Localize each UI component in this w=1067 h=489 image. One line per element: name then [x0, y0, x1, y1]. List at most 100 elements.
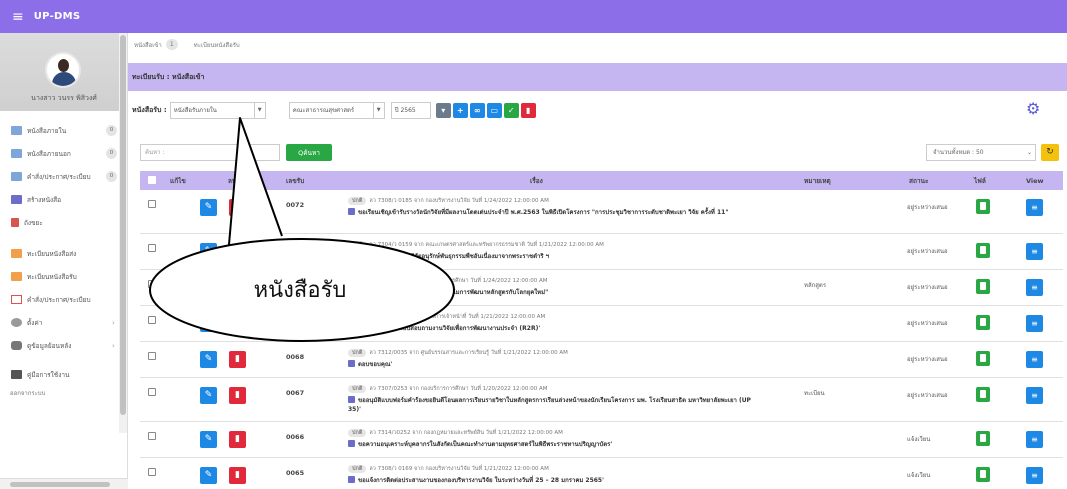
subject-title[interactable]: ขอเชิญร่วมตอบแบบสอบถามงานวิจัยเพื่อการพั… — [348, 324, 758, 333]
doc-number: 0072 — [286, 201, 305, 209]
mail-icon — [11, 126, 22, 135]
file-button[interactable] — [976, 467, 990, 482]
view-button[interactable]: ≡ — [1026, 467, 1043, 484]
edit-button[interactable]: ✎ — [200, 315, 217, 332]
table-row: ✎ ▮ 0068 ปกติ ลว 7312/0035 จาก ศูนย์บรรณสารแ… — [140, 342, 1063, 378]
row-checkbox[interactable] — [148, 244, 156, 252]
subject-title[interactable]: ขอเรียนเชิญเข้ารับรางวัลนักวิจัยที่มีผลง… — [348, 208, 758, 217]
row-checkbox[interactable] — [148, 468, 156, 476]
view-button[interactable]: ≡ — [1026, 243, 1043, 260]
year-select[interactable]: ปี 2565 — [390, 101, 431, 119]
document-icon — [11, 195, 22, 204]
file-icon — [976, 243, 990, 258]
sidebar-item-orders[interactable]: คำสั่ง/ประกาศ/ระเบียบ 0 — [0, 165, 127, 188]
file-icon — [976, 431, 990, 446]
delete-button[interactable]: ▮ — [229, 467, 246, 484]
sidebar-h-scrollbar[interactable] — [0, 478, 128, 489]
breadcrumb: หนังสือเข้า 1 ทะเบียนหนังสือรับ — [134, 39, 240, 50]
sidebar-item-settings[interactable]: ตั้งค่า › — [0, 311, 127, 334]
page-size-value: จำนวนทั้งหมด : 50 — [933, 149, 984, 156]
gear-icon[interactable]: ⚙ — [1026, 99, 1040, 118]
subject-title[interactable]: ขอเชิญร่วมการสัมมนาหัวข้อ "แนวโน้มการพัฒ… — [348, 288, 758, 297]
manual-icon — [11, 370, 22, 379]
status-cell: อยู่ระหว่างเสนอ — [907, 248, 948, 255]
print-icon[interactable]: ▭ — [486, 102, 502, 118]
select-all-checkbox[interactable] — [148, 176, 156, 184]
subject-cell: ปกติ ลว 7312/0035 จาก ศูนย์บรรณสารและการเ… — [348, 349, 758, 369]
delete-button[interactable]: ▮ — [229, 199, 246, 216]
delete-button[interactable]: ▮ — [229, 431, 246, 448]
add-icon[interactable]: + — [452, 102, 468, 118]
view-button[interactable]: ≡ — [1026, 387, 1043, 404]
sidebar-item-internal[interactable]: หนังสือภายใน 0 — [0, 119, 127, 142]
file-button[interactable] — [976, 387, 990, 402]
file-button[interactable] — [976, 351, 990, 366]
delete-button[interactable]: ▮ — [229, 243, 246, 260]
breadcrumb-item[interactable]: ทะเบียนหนังสือรับ — [194, 40, 240, 50]
file-button[interactable] — [976, 199, 990, 214]
file-button[interactable] — [976, 279, 990, 294]
sidebar-item-external[interactable]: หนังสือภายนอก 0 — [0, 142, 127, 165]
sidebar-item-create[interactable]: สร้างหนังสือ — [0, 188, 127, 211]
sidebar-item-manual[interactable]: คู่มือการใช้งาน — [0, 363, 127, 386]
file-button[interactable] — [976, 243, 990, 258]
subject-meta: ปกติ ลว 7307/0253 จาก กองบริการการศึกษา ว… — [348, 385, 758, 393]
type-select[interactable]: หนังสือรับภายใน ▼ — [169, 101, 266, 119]
subject-title[interactable]: ขอแจ้งการติดต่อประสานงานของกองบริหารงานว… — [348, 476, 758, 485]
excel-icon[interactable]: ✓ — [503, 102, 519, 118]
breadcrumb-item[interactable]: หนังสือเข้า — [134, 40, 162, 50]
row-checkbox[interactable] — [148, 352, 156, 360]
row-checkbox[interactable] — [148, 388, 156, 396]
subject-title[interactable]: ขอความอนุเคราะห์บุคลากรในสังกัดเป็นคณะทำ… — [348, 440, 758, 449]
logout-link[interactable]: ออกจากระบบ — [0, 386, 127, 402]
subject-title[interactable]: ขอเชิญร่วมโครงการวิจัยอนุรักษ์พันธุกรรมพ… — [348, 252, 758, 261]
status-cell: แจ้งเวียน — [907, 436, 931, 443]
sidebar-item-orders-register[interactable]: คำสั่ง/ประกาศ/ระเบียบ — [0, 288, 127, 311]
edit-button[interactable]: ✎ — [200, 387, 217, 404]
sidebar-item-incoming-register[interactable]: ทะเบียนหนังสือรับ — [0, 265, 127, 288]
status-cell: แจ้งเวียน — [907, 472, 931, 479]
refresh-icon[interactable]: ↻ — [1041, 144, 1059, 161]
row-checkbox[interactable] — [148, 280, 156, 288]
avatar[interactable] — [45, 52, 81, 88]
subject-title[interactable]: ขออนุมัติแบบฟอร์มคำร้องขอยินดีโอนผลการเร… — [348, 396, 758, 414]
sidebar-item-outgoing-register[interactable]: ทะเบียนหนังสือส่ง — [0, 242, 127, 265]
row-checkbox[interactable] — [148, 432, 156, 440]
edit-button[interactable]: ✎ — [200, 199, 217, 216]
file-button[interactable] — [976, 315, 990, 330]
search-button[interactable]: Qค้นหา — [286, 144, 332, 161]
view-button[interactable]: ≡ — [1026, 199, 1043, 216]
view-button[interactable]: ≡ — [1026, 351, 1043, 368]
row-checkbox[interactable] — [148, 200, 156, 208]
view-button[interactable]: ≡ — [1026, 315, 1043, 332]
dropdown-button[interactable]: ▾ — [435, 102, 451, 118]
department-select[interactable]: คณะสาธารณสุขศาสตร์ ▼ — [288, 101, 385, 119]
sidebar-item-label: คำสั่ง/ประกาศ/ระเบียบ — [27, 172, 91, 181]
edit-button[interactable]: ✎ — [200, 243, 217, 260]
delete-icon[interactable]: ▮ — [520, 102, 536, 118]
edit-button[interactable]: ✎ — [200, 431, 217, 448]
row-checkbox[interactable] — [148, 316, 156, 324]
sidebar-item-trash[interactable]: ถังขยะ — [0, 211, 127, 234]
page-size-select[interactable]: จำนวนทั้งหมด : 50 ⌄ — [926, 144, 1036, 161]
doc-number: 0068 — [286, 353, 305, 361]
pencil-icon: ✎ — [200, 199, 217, 216]
hamburger-menu-icon[interactable]: ≡ — [12, 9, 24, 25]
delete-button[interactable]: ▮ — [229, 387, 246, 404]
edit-button[interactable]: ✎ — [200, 351, 217, 368]
file-button[interactable] — [976, 431, 990, 446]
delete-button[interactable]: ▮ — [229, 315, 246, 332]
sidebar-scrollbar[interactable] — [119, 33, 127, 433]
view-button[interactable]: ≡ — [1026, 279, 1043, 296]
list-icon: ≡ — [1026, 243, 1043, 260]
col-header-view: View — [1026, 176, 1044, 185]
link-icon[interactable]: ∞ — [469, 102, 485, 118]
sidebar-item-history[interactable]: ดูข้อมูลย้อนหลัง › — [0, 334, 127, 357]
mail-icon — [11, 149, 22, 158]
subject-text: ขออนุมัติแบบฟอร์มคำร้องขอยินดีโอนผลการเร… — [348, 397, 751, 413]
edit-button[interactable]: ✎ — [200, 467, 217, 484]
subject-title[interactable]: ตอบขอบคุณ' — [348, 360, 758, 369]
search-input[interactable]: ค้นหา : — [140, 144, 280, 161]
delete-button[interactable]: ▮ — [229, 351, 246, 368]
view-button[interactable]: ≡ — [1026, 431, 1043, 448]
